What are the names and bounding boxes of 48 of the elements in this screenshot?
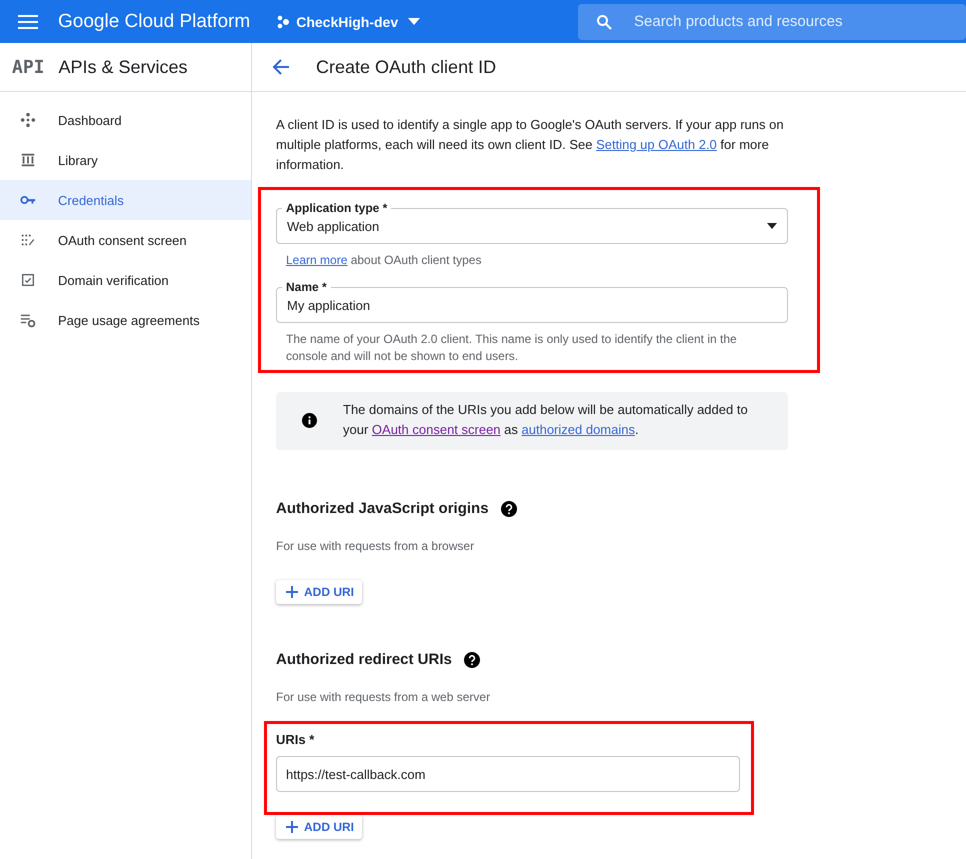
- search-icon: [596, 14, 612, 30]
- consent-screen-link[interactable]: OAuth consent screen: [372, 422, 501, 437]
- text-field[interactable]: Name * My application: [276, 279, 788, 323]
- sidebar-item[interactable]: Credentials: [0, 180, 251, 220]
- add-uri-button[interactable]: ADD URI: [276, 815, 362, 839]
- page-title: Create OAuth client ID: [316, 56, 496, 78]
- add-uri-button[interactable]: ADD URI: [276, 580, 362, 604]
- sidebar-item[interactable]: Library: [0, 140, 251, 180]
- section-description: For use with requests from a web server: [276, 690, 492, 704]
- project-dots-icon: [276, 14, 290, 28]
- project-selector[interactable]: CheckHigh-dev: [276, 14, 420, 30]
- sidebar-item[interactable]: Page usage agreements: [0, 300, 251, 340]
- authorized-domains-link[interactable]: authorized domains: [522, 422, 635, 437]
- dropdown-field[interactable]: Application type * Web application: [276, 200, 788, 244]
- checkbox-icon: [20, 272, 36, 288]
- info-text: The domains of the URIs you add below will be automatically added to your OAuth consent screen as authorized domains.: [343, 401, 749, 439]
- menu-icon[interactable]: [18, 14, 38, 28]
- api-logo: API: [12, 56, 45, 78]
- field-hint: Learn more about OAuth client types: [286, 252, 482, 269]
- field-label: URIs *: [276, 732, 316, 747]
- help-icon[interactable]: [464, 652, 480, 668]
- dots-icon: [20, 112, 36, 128]
- plus-icon: [286, 821, 298, 833]
- field-label: Name *: [282, 280, 331, 294]
- search-field[interactable]: Search products and resources: [578, 4, 966, 40]
- sidebar-item[interactable]: OAuth consent screen: [0, 220, 251, 260]
- intro-text: A client ID is used to identify a single app to Google's OAuth servers. If your app runs on multiple platforms, each will need its own client ID. See Setting up OAuth 2.0 for more information.: [276, 116, 785, 174]
- back-arrow-icon[interactable]: [272, 58, 290, 76]
- section-title: APIs & Services: [58, 56, 188, 78]
- caret-icon: [408, 18, 420, 25]
- setup-link[interactable]: Setting up OAuth 2.0: [596, 137, 717, 152]
- info-icon: [302, 412, 317, 428]
- dropdown-caret-icon: [767, 223, 777, 229]
- sidebar-item[interactable]: Domain verification: [0, 260, 251, 300]
- product-name: Google Cloud Platform: [58, 10, 250, 32]
- section-description: For use with requests from a browser: [276, 539, 476, 553]
- uri-field[interactable]: https://test-callback.com: [276, 756, 740, 792]
- field-label: Application type *: [282, 201, 392, 215]
- plus-icon: [286, 586, 298, 598]
- section-heading: Authorized JavaScript origins: [276, 500, 489, 517]
- sidebar-item[interactable]: Dashboard: [0, 100, 251, 140]
- learn-more-link[interactable]: Learn more: [286, 253, 348, 267]
- section-heading: Authorized redirect URIs: [276, 651, 452, 668]
- grid-icon: [20, 232, 36, 248]
- list-gear-icon: [20, 312, 36, 328]
- columns-icon: [20, 152, 36, 168]
- help-icon[interactable]: [500, 500, 517, 516]
- field-hint: The name of your OAuth 2.0 client. This name is only used to identify the client in the console and will not be shown to end users.: [286, 331, 738, 365]
